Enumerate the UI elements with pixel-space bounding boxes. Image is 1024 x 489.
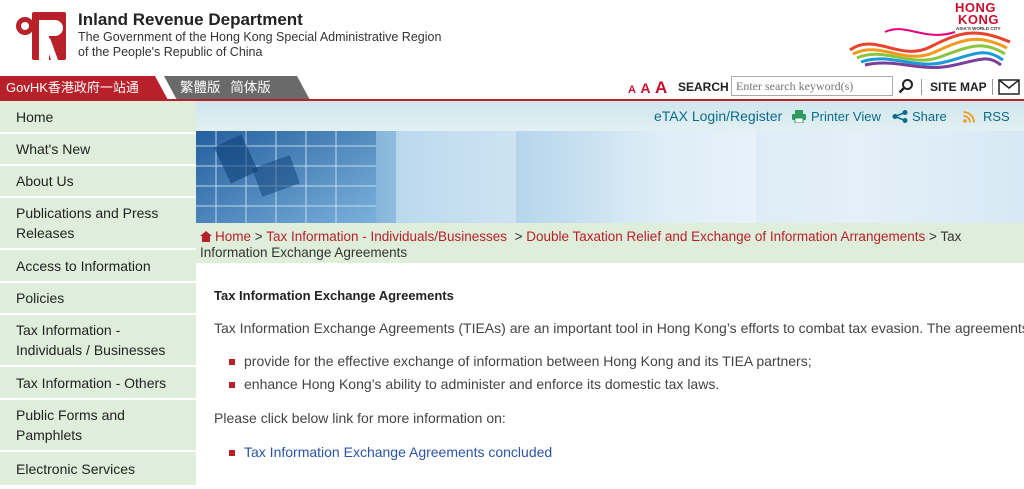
- brand-kong: KONG: [958, 12, 999, 27]
- font-size-large-button[interactable]: A: [655, 78, 667, 97]
- sidebar-item-about-us[interactable]: About Us: [0, 166, 196, 198]
- page-banner: [196, 131, 1024, 223]
- sidebar-item-home[interactable]: Home: [0, 101, 196, 134]
- department-name: Inland Revenue Department: [78, 10, 303, 29]
- site-header: Inland Revenue Department The Government…: [0, 0, 1024, 76]
- sidebar-item-access-to-information[interactable]: Access to Information: [0, 250, 196, 283]
- sidebar-item-electronic-services[interactable]: Electronic Services: [0, 452, 196, 487]
- home-icon: [200, 231, 212, 242]
- sidebar-item-tax-info-others[interactable]: Tax Information - Others: [0, 367, 196, 400]
- toolbar-divider: [921, 79, 922, 95]
- share-icon[interactable]: [892, 110, 908, 123]
- printer-icon[interactable]: [792, 110, 806, 123]
- mail-icon[interactable]: [998, 79, 1020, 95]
- printer-view-link[interactable]: Printer View: [811, 109, 881, 124]
- bullet-icon: [229, 382, 235, 388]
- breadcrumb-double-taxation[interactable]: Double Taxation Relief and Exchange of I…: [526, 229, 925, 244]
- breadcrumb-tax-info[interactable]: Tax Information - Individuals/Businesses: [266, 229, 507, 244]
- font-size-medium-button[interactable]: A: [640, 80, 650, 96]
- breadcrumb-separator: >: [514, 229, 523, 244]
- sidebar-item-forms-pamphlets[interactable]: Public Forms and Pamphlets: [0, 400, 196, 452]
- department-subtitle-2: of the People's Republic of China: [78, 45, 263, 59]
- breadcrumb-separator: >: [254, 229, 263, 244]
- breadcrumb-home[interactable]: Home: [215, 229, 251, 244]
- bullet-icon: [229, 359, 235, 365]
- breadcrumb: Home > Tax Information - Individuals/Bus…: [196, 223, 1024, 263]
- banner-graphic: [196, 131, 1024, 223]
- etax-login-link[interactable]: eTAX Login/Register: [654, 108, 782, 124]
- sidebar-item-tax-info-individuals[interactable]: Tax Information - Individuals / Business…: [0, 315, 196, 367]
- tiea-concluded-link[interactable]: Tax Information Exchange Agreements conc…: [244, 444, 552, 460]
- ird-logo-icon[interactable]: [14, 8, 68, 62]
- utility-bar: eTAX Login/Register Printer View Share R…: [196, 101, 1024, 131]
- more-info-text: Please click below link for more informa…: [214, 410, 506, 426]
- sidebar-nav: Home What's New About Us Publications an…: [0, 101, 196, 489]
- sidebar-item-whats-new[interactable]: What's New: [0, 134, 196, 166]
- govhk-link[interactable]: GovHK香港政府一站通: [0, 76, 168, 100]
- list-item: provide for the effective exchange of in…: [244, 353, 812, 369]
- search-icon[interactable]: [898, 78, 914, 94]
- rss-link[interactable]: RSS: [983, 109, 1010, 124]
- top-toolbar: GovHK香港政府一站通 繁體版 简体版 A A A SEARCH SITE M…: [0, 76, 1024, 100]
- sidebar-item-publications[interactable]: Publications and Press Releases: [0, 198, 196, 250]
- site-map-link[interactable]: SITE MAP: [930, 80, 987, 94]
- search-label: SEARCH: [678, 80, 729, 94]
- toolbar-divider: [992, 79, 993, 95]
- font-size-small-button[interactable]: A: [628, 84, 636, 96]
- share-link[interactable]: Share: [912, 109, 947, 124]
- list-item: enhance Hong Kong’s ability to administe…: [244, 376, 720, 392]
- language-switcher[interactable]: 繁體版 简体版: [164, 76, 310, 100]
- page-title: Tax Information Exchange Agreements: [214, 288, 454, 303]
- font-size-controls: A A A: [628, 78, 667, 98]
- department-subtitle: The Government of the Hong Kong Special …: [78, 30, 442, 44]
- intro-paragraph: Tax Information Exchange Agreements (TIE…: [214, 320, 1024, 336]
- search-input[interactable]: [731, 76, 893, 96]
- rss-icon[interactable]: [963, 111, 975, 123]
- bullet-icon: [229, 450, 235, 456]
- sidebar-item-policies[interactable]: Policies: [0, 283, 196, 315]
- brand-tagline: ASIA'S WORLD CITY: [956, 26, 1001, 31]
